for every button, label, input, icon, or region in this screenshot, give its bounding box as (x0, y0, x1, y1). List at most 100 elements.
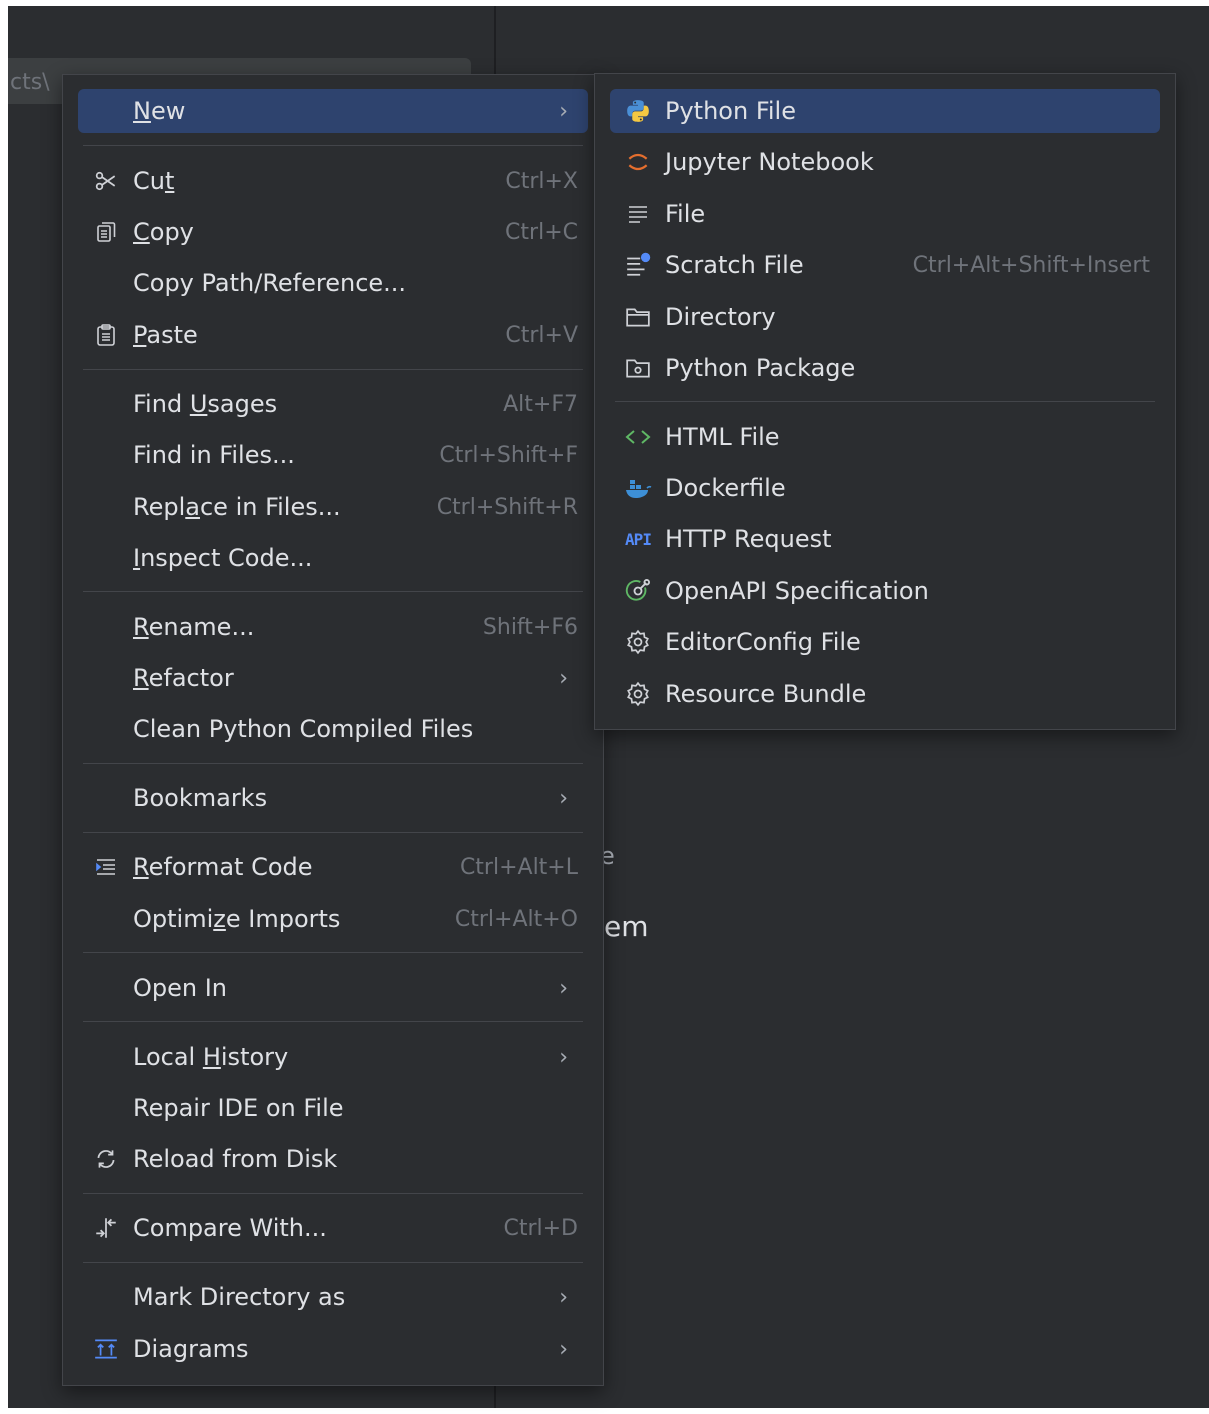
submenu-arrow-icon: › (559, 1284, 568, 1310)
menu-item-label: Optimize Imports (133, 905, 341, 933)
menu-item-label: Diagrams (133, 1335, 249, 1363)
diagrams-icon (92, 1335, 120, 1363)
menu-item-label: EditorConfig File (665, 628, 861, 656)
menu-item-paste[interactable]: Paste Ctrl+V (78, 313, 588, 357)
menu-item-label: Copy Path/Reference... (133, 269, 407, 297)
submenu-item-scratch-file[interactable]: Scratch File Ctrl+Alt+Shift+Insert (610, 243, 1160, 287)
shortcut-text: Shift+F6 (482, 614, 578, 640)
menu-item-label: Copy (133, 218, 194, 246)
submenu-item-http-request[interactable]: API HTTP Request (610, 517, 1160, 561)
submenu-item-dockerfile[interactable]: Dockerfile (610, 466, 1160, 510)
submenu-item-resource-bundle[interactable]: Resource Bundle (610, 672, 1160, 716)
shortcut-text: Ctrl+C (505, 219, 578, 245)
menu-item-copy[interactable]: Copy Ctrl+C (78, 210, 588, 254)
menu-item-find-in-files[interactable]: Find in Files... Ctrl+Shift+F (78, 433, 588, 477)
menu-item-label: OpenAPI Specification (665, 577, 929, 605)
submenu-arrow-icon: › (559, 1044, 568, 1070)
shortcut-text: Ctrl+Alt+O (454, 906, 578, 932)
menu-item-open-in[interactable]: Open In › (78, 966, 588, 1010)
menu-separator (83, 1021, 583, 1022)
menu-item-label: Reload from Disk (133, 1145, 338, 1173)
reformat-icon (92, 853, 120, 881)
shortcut-text: Ctrl+Shift+R (436, 494, 578, 520)
submenu-arrow-icon: › (559, 975, 568, 1001)
menu-item-compare-with[interactable]: Compare With... Ctrl+D (78, 1206, 588, 1250)
submenu-arrow-icon: › (559, 1336, 568, 1362)
menu-item-mark-directory[interactable]: Mark Directory as › (78, 1275, 588, 1319)
menu-separator (83, 145, 583, 146)
menu-item-label: Inspect Code... (133, 544, 313, 572)
menu-item-label: Find in Files... (133, 441, 295, 469)
python-icon (624, 97, 652, 125)
menu-item-label: Scratch File (665, 251, 804, 279)
new-submenu: Python File Jupyter Notebook File Scratc… (594, 73, 1176, 730)
html-icon (624, 423, 652, 451)
menu-item-label: Paste (133, 321, 198, 349)
submenu-item-html-file[interactable]: HTML File (610, 415, 1160, 459)
menu-item-label: Local History (133, 1043, 289, 1071)
openapi-icon (624, 577, 652, 605)
menu-item-label: Cut (133, 167, 175, 195)
submenu-arrow-icon: › (559, 785, 568, 811)
menu-item-label: File (665, 200, 706, 228)
menu-separator (83, 952, 583, 953)
package-icon (624, 354, 652, 382)
menu-item-label: Jupyter Notebook (665, 148, 874, 176)
menu-item-cut[interactable]: Cut Ctrl+X (78, 159, 588, 203)
menu-item-label: Python File (665, 97, 796, 125)
menu-item-label: Rename... (133, 613, 255, 641)
menu-item-local-history[interactable]: Local History › (78, 1035, 588, 1079)
shortcut-text: Ctrl+Alt+Shift+Insert (912, 252, 1150, 278)
menu-item-inspect-code[interactable]: Inspect Code... (78, 536, 588, 580)
menu-item-clean-python[interactable]: Clean Python Compiled Files (78, 707, 588, 751)
menu-item-rename[interactable]: Rename... Shift+F6 (78, 605, 588, 649)
menu-item-label: Reformat Code (133, 853, 313, 881)
menu-item-label: Dockerfile (665, 474, 786, 502)
shortcut-text: Ctrl+Shift+F (439, 442, 578, 468)
menu-item-diagrams[interactable]: Diagrams › (78, 1327, 588, 1371)
file-lines-icon (624, 200, 652, 228)
gear-icon (624, 628, 652, 656)
menu-item-label: Bookmarks (133, 784, 268, 812)
api-icon: API (625, 529, 652, 549)
menu-item-find-usages[interactable]: Find Usages Alt+F7 (78, 382, 588, 426)
submenu-item-file[interactable]: File (610, 192, 1160, 236)
submenu-item-directory[interactable]: Directory (610, 295, 1160, 339)
submenu-item-editorconfig[interactable]: EditorConfig File (610, 620, 1160, 664)
menu-separator (83, 763, 583, 764)
shortcut-text: Ctrl+Alt+L (459, 854, 578, 880)
submenu-item-jupyter-notebook[interactable]: Jupyter Notebook (610, 140, 1160, 184)
menu-item-refactor[interactable]: Refactor › (78, 656, 588, 700)
menu-item-new[interactable]: New › (78, 89, 588, 133)
submenu-arrow-icon: › (559, 665, 568, 691)
submenu-item-python-package[interactable]: Python Package (610, 346, 1160, 390)
docker-icon (624, 474, 652, 502)
context-menu: New › Cut Ctrl+X Copy Ctrl+C Copy Path/R… (62, 74, 604, 1386)
menu-separator (83, 369, 583, 370)
menu-item-label: Open In (133, 974, 228, 1002)
menu-item-label: New (133, 97, 186, 125)
submenu-item-python-file[interactable]: Python File (610, 89, 1160, 133)
shortcut-text: Ctrl+D (503, 1215, 578, 1241)
menu-item-reload-from-disk[interactable]: Reload from Disk (78, 1137, 588, 1181)
shortcut-text: Ctrl+V (505, 322, 578, 348)
menu-item-copy-path[interactable]: Copy Path/Reference... (78, 261, 588, 305)
menu-item-label: Clean Python Compiled Files (133, 715, 474, 743)
menu-item-label: Mark Directory as (133, 1283, 346, 1311)
submenu-item-openapi-spec[interactable]: OpenAPI Specification (610, 569, 1160, 613)
menu-separator (83, 591, 583, 592)
menu-item-label: Python Package (665, 354, 856, 382)
copy-icon (92, 218, 120, 246)
menu-separator (83, 1193, 583, 1194)
menu-item-optimize-imports[interactable]: Optimize Imports Ctrl+Alt+O (78, 897, 588, 941)
path-fragment: cts\ (10, 70, 50, 95)
gear-icon (624, 680, 652, 708)
scissors-icon (92, 167, 120, 195)
menu-item-label: Replace in Files... (133, 493, 341, 521)
menu-item-label: Compare With... (133, 1214, 327, 1242)
menu-item-bookmarks[interactable]: Bookmarks › (78, 776, 588, 820)
menu-item-reformat-code[interactable]: Reformat Code Ctrl+Alt+L (78, 845, 588, 889)
menu-item-replace-in-files[interactable]: Replace in Files... Ctrl+Shift+R (78, 485, 588, 529)
menu-item-repair-ide[interactable]: Repair IDE on File (78, 1086, 588, 1130)
scratch-file-icon (624, 251, 652, 279)
